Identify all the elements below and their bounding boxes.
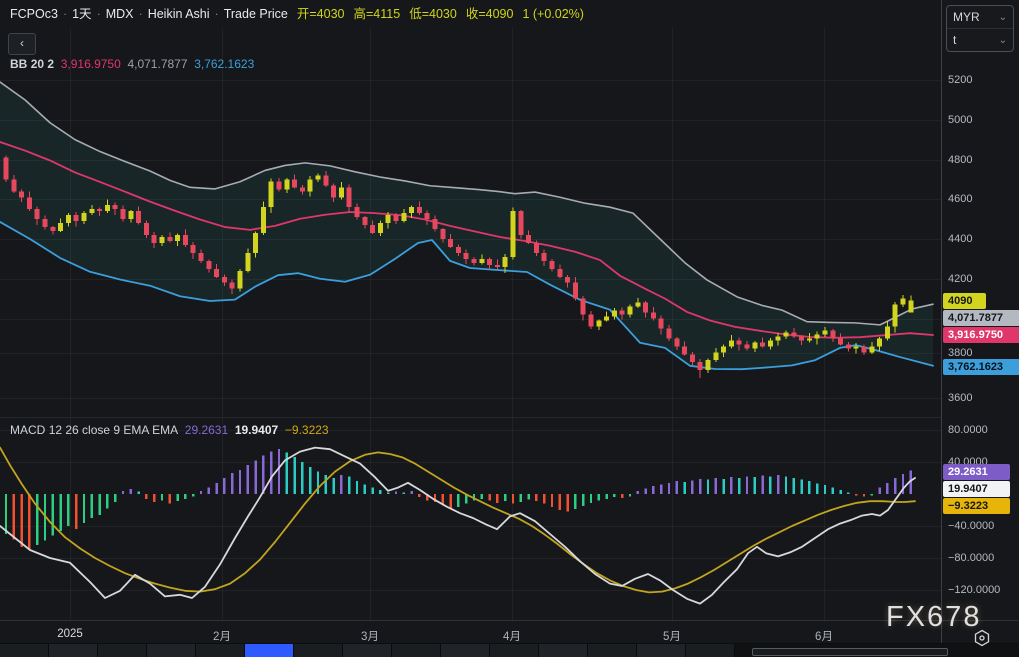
separator-dot: · [97, 7, 101, 21]
bb-upper-value: 4,071.7877 [127, 57, 187, 71]
macd-axis-tag: −9.3223 [943, 498, 1010, 514]
macd-axis-tick: −40.0000 [948, 520, 994, 532]
close-label: 收= [466, 7, 486, 21]
scrollbar-cell[interactable] [392, 644, 441, 657]
scrollbar-cell[interactable] [245, 644, 294, 657]
macd-axis-tag: 19.9407 [943, 481, 1010, 497]
axis-settings-panel: MYR ⌄ t ⌄ [946, 5, 1014, 52]
macd-line-value: 19.9407 [235, 423, 278, 437]
bb-basis-value: 3,916.9750 [61, 57, 121, 71]
scrollbar-cell[interactable] [441, 644, 490, 657]
scrollbar-cell[interactable] [49, 644, 98, 657]
candle-type-label: Heikin Ashi [148, 7, 210, 21]
macd-axis-tick: 80.0000 [948, 424, 988, 436]
pane-borders [0, 0, 1019, 644]
price-type-label: Trade Price [224, 7, 288, 21]
high-value: 4115 [373, 7, 400, 21]
close-value: 4090 [486, 7, 514, 21]
bb-band-fill [0, 82, 933, 369]
chart-canvas[interactable] [0, 0, 1019, 657]
time-axis-label: 5月 [642, 628, 702, 644]
scrollbar-cell[interactable] [343, 644, 392, 657]
bb-indicator-legend[interactable]: BB 20 2 3,916.9750 4,071.7877 3,762.1623 [10, 57, 254, 71]
price-axis-tag: 4,071.7877 [943, 310, 1019, 326]
price-axis-tick: 4200 [948, 273, 972, 285]
macd-title: MACD [10, 423, 45, 437]
scrollbar-thumb[interactable] [752, 648, 948, 656]
back-arrow-icon: ‹ [20, 36, 24, 50]
price-axis-tick: 5000 [948, 114, 972, 126]
scrollbar-cell[interactable] [490, 644, 539, 657]
scrollbar-cell[interactable] [686, 644, 735, 657]
currency-dropdown[interactable]: MYR ⌄ [947, 6, 1013, 28]
time-axis-label: 2025 [40, 628, 100, 640]
scrollbar-cell[interactable] [196, 644, 245, 657]
currency-value: MYR [953, 10, 980, 24]
time-axis-label: 4月 [482, 628, 542, 644]
scrollbar-cell[interactable] [588, 644, 637, 657]
scrollbar-cell[interactable] [147, 644, 196, 657]
separator-dot: · [215, 7, 219, 21]
low-label: 低= [409, 7, 429, 21]
bb-lower-value: 3,762.1623 [194, 57, 254, 71]
price-axis-tag: 3,762.1623 [943, 359, 1019, 375]
price-axis-tag: 3,916.9750 [943, 327, 1019, 343]
price-axis-tick: 4800 [948, 154, 972, 166]
price-axis-tag: 4090 [943, 293, 986, 309]
open-label: 开= [297, 7, 317, 21]
time-axis-label: 6月 [794, 628, 854, 644]
macd-hist-value: 29.2631 [185, 423, 228, 437]
macd-params: 12 26 close 9 EMA EMA [49, 423, 178, 437]
macd-indicator-legend[interactable]: MACD 12 26 close 9 EMA EMA 29.2631 19.94… [10, 423, 329, 437]
back-button[interactable]: ‹ [8, 33, 36, 55]
scrollbar-cell[interactable] [0, 644, 49, 657]
macd-line [0, 448, 915, 604]
bb-params: 20 2 [31, 57, 54, 71]
low-value: 4030 [429, 7, 457, 21]
exchange-label: MDX [106, 7, 134, 21]
time-axis-label: 2月 [192, 628, 252, 644]
chevron-down-icon: ⌄ [999, 12, 1007, 23]
macd-axis-tick: −120.0000 [948, 584, 1000, 596]
high-label: 高= [353, 7, 373, 21]
symbol-name[interactable]: FCPOc3 [10, 7, 58, 21]
separator-dot: · [139, 7, 143, 21]
price-axis-tick: 5200 [948, 74, 972, 86]
scrollbar-cell[interactable] [98, 644, 147, 657]
fx678-logo-icon [973, 629, 991, 647]
price-axis-tick: 4600 [948, 193, 972, 205]
fx678-watermark: FX678 [886, 601, 981, 634]
bb-title: BB [10, 57, 27, 71]
separator-dot: · [63, 7, 67, 21]
scrollbar-cell[interactable] [294, 644, 343, 657]
price-axis-tick: 4400 [948, 233, 972, 245]
macd-signal-value: −9.3223 [285, 423, 329, 437]
interval-label[interactable]: 1天 [72, 7, 91, 21]
time-axis-label: 3月 [340, 628, 400, 644]
chevron-down-icon: ⌄ [999, 35, 1007, 46]
scrollbar-cell[interactable] [637, 644, 686, 657]
macd-axis-tag: 29.2631 [943, 464, 1010, 480]
price-axis-tick: 3800 [948, 347, 972, 359]
symbol-info-bar: FCPOc3·1天·MDX·Heikin Ashi·Trade Price开=4… [10, 0, 584, 28]
chart-scrollbar[interactable] [0, 644, 1019, 657]
scrollbar-cell[interactable] [539, 644, 588, 657]
change-value: 1 (+0.02%) [522, 7, 584, 21]
open-value: 4030 [317, 7, 345, 21]
unit-value: t [953, 33, 956, 47]
unit-dropdown[interactable]: t ⌄ [947, 28, 1013, 51]
macd-signal-line [0, 448, 915, 593]
macd-axis-tick: −80.0000 [948, 552, 994, 564]
trading-chart-app: FCPOc3·1天·MDX·Heikin Ashi·Trade Price开=4… [0, 0, 1019, 657]
price-axis-tick: 3600 [948, 392, 972, 404]
